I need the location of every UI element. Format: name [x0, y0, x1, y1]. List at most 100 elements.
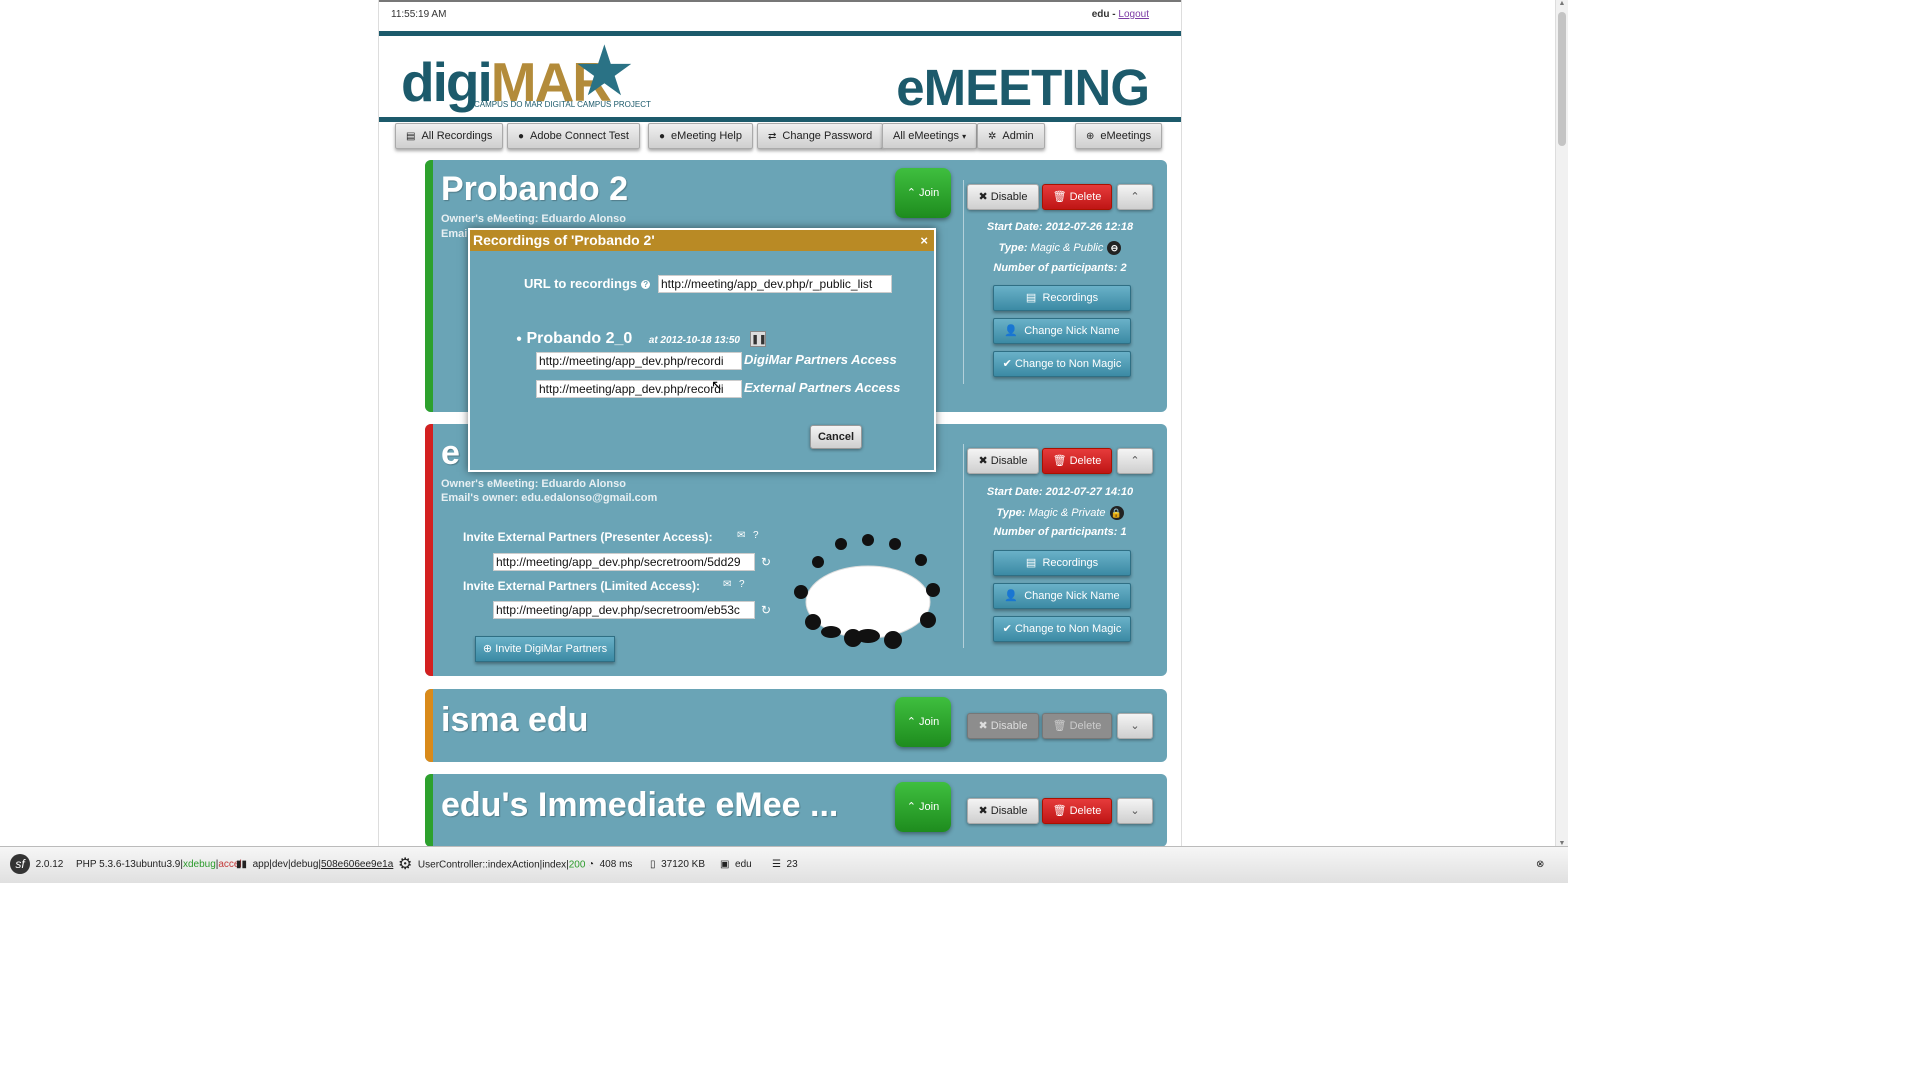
recording-name: Probando 2_0	[526, 330, 633, 347]
cancel-button[interactable]: Cancel	[810, 425, 862, 449]
delete-button[interactable]: 🗑 Delete	[1042, 798, 1112, 824]
meeting-title: Probando 2	[441, 170, 629, 208]
close-icon[interactable]: ×	[920, 230, 928, 251]
user-icon: 👤	[1004, 590, 1019, 602]
meeting-title: edu's Immediate eMee ...	[441, 786, 839, 824]
email-text: Emai	[441, 228, 468, 240]
nav-adobe-test[interactable]: ● Adobe Connect Test	[507, 123, 640, 149]
star-icon: ★	[573, 32, 636, 110]
expand-button[interactable]: ⌄	[1117, 713, 1153, 739]
mail-icon[interactable]: ✉	[723, 579, 731, 590]
recordings-dialog: Recordings of 'Probando 2' × URL to reco…	[468, 228, 936, 472]
nav-admin[interactable]: ✲ Admin	[977, 123, 1045, 149]
swap-icon: ⇄	[768, 131, 777, 142]
header-band	[379, 31, 1181, 36]
meeting-type: Type: Magic & Private 🔒	[996, 506, 1124, 520]
delete-button[interactable]: 🗑 Delete	[1042, 448, 1112, 474]
gear-icon: ✲	[988, 131, 997, 142]
disable-button[interactable]: ✖ Disable	[967, 184, 1039, 210]
owner-text: Owner's eMeeting: Eduardo Alonso	[441, 478, 626, 490]
refresh-icon[interactable]: ↻	[761, 555, 771, 569]
controller-info[interactable]: ⚙ UserController::indexAction|index|200	[398, 847, 585, 883]
limited-url-field[interactable]: http://meeting/app_dev.php/secretroom/eb…	[493, 601, 755, 619]
close-icon: ✖	[978, 455, 988, 467]
close-icon: ✖	[978, 720, 988, 732]
digimar-access-url-field[interactable]: http://meeting/app_dev.php/recordi	[536, 352, 742, 370]
nav-all-emeetings[interactable]: All eMeetings ▾	[882, 123, 978, 149]
invite-presenter-label: Invite External Partners (Presenter Acce…	[463, 530, 713, 544]
help-icon[interactable]: ?	[641, 280, 651, 290]
recordings-button[interactable]: ▤ Recordings	[993, 285, 1131, 311]
change-nick-button[interactable]: 👤 Change Nick Name	[993, 318, 1131, 344]
change-non-magic-button[interactable]: ✔ Change to Non Magic	[993, 616, 1131, 642]
chevron-up-icon: ⌃	[1130, 191, 1140, 203]
change-non-magic-button[interactable]: ✔ Change to Non Magic	[993, 351, 1131, 377]
status-bar	[425, 424, 433, 676]
change-nick-button[interactable]: 👤 Change Nick Name	[993, 583, 1131, 609]
chevron-up-icon: ⌃	[906, 716, 916, 728]
list-icon: ▤	[406, 131, 416, 142]
brand-title: eMEETING	[896, 59, 1150, 116]
disable-button[interactable]: ✖ Disable	[967, 798, 1039, 824]
divider	[963, 444, 964, 648]
gear-icon: ⚙	[398, 856, 413, 873]
id-card-icon: ▣	[720, 859, 730, 870]
participants: Number of participants: 2	[993, 262, 1127, 274]
delete-button[interactable]: 🗑 Delete	[1042, 713, 1112, 739]
disable-button[interactable]: ✖ Disable	[967, 713, 1039, 739]
symfony-version[interactable]: sf 2.0.12	[10, 847, 63, 883]
close-icon: ✖	[978, 805, 988, 817]
chevron-up-icon: ⌃	[1130, 455, 1140, 467]
recordings-button[interactable]: ▤ Recordings	[993, 550, 1131, 576]
user-info[interactable]: ▣ edu	[720, 847, 752, 883]
dialog-title: Recordings of 'Probando 2'	[470, 230, 934, 251]
php-info[interactable]: PHP 5.3.6-13ubuntu3.9|xdebug|accel	[76, 847, 242, 883]
bullet-icon: ●	[516, 333, 523, 345]
refresh-icon[interactable]: ↻	[761, 603, 771, 617]
nav-change-password[interactable]: ⇄ Change Password	[757, 123, 884, 149]
chevron-up-icon: ⌃	[906, 187, 916, 199]
nav-emeetings[interactable]: ⊕ eMeetings	[1075, 123, 1163, 149]
queries-info[interactable]: ☰ 23	[772, 847, 798, 883]
collapse-button[interactable]: ⌃	[1117, 184, 1153, 210]
time-info[interactable]: ◔ 408 ms	[588, 847, 632, 883]
help-icon[interactable]: ?	[739, 579, 745, 590]
mail-icon[interactable]: ✉	[737, 530, 745, 541]
plus-icon: ⊕	[1086, 131, 1095, 142]
scroll-up-icon[interactable]: ▲	[1556, 0, 1568, 10]
lock-icon: 🔒	[1109, 506, 1124, 520]
help-icon[interactable]: ?	[753, 530, 759, 541]
divider	[963, 180, 964, 384]
pause-icon[interactable]: ❚❚	[750, 330, 767, 347]
disable-button[interactable]: ✖ Disable	[967, 448, 1039, 474]
page-scrollbar[interactable]: ▲ ▼	[1555, 0, 1568, 850]
main-nav: ▤ All Recordings ● Adobe Connect Test ● eMe…	[379, 123, 1181, 149]
symfony-icon: sf	[10, 854, 30, 875]
status-bar	[425, 774, 433, 847]
list-icon: ▤	[1025, 557, 1037, 569]
start-date: Start Date: 2012-07-26 12:18	[986, 221, 1134, 233]
delete-button[interactable]: 🗑 Delete	[1042, 184, 1112, 210]
user-box: edu - Logout	[1092, 9, 1149, 20]
check-icon: ✔	[1002, 623, 1012, 635]
expand-button[interactable]: ⌄	[1117, 798, 1153, 824]
join-button[interactable]: ⌃ Join	[895, 168, 951, 218]
join-button[interactable]: ⌃ Join	[895, 697, 951, 747]
nav-all-recordings[interactable]: ▤ All Recordings	[395, 123, 504, 149]
memory-info[interactable]: ▯ 37120 KB	[650, 847, 705, 883]
collapse-button[interactable]: ⌃	[1117, 448, 1153, 474]
logout-link[interactable]: Logout	[1118, 9, 1149, 20]
digimar-logo: digiMAR ★ CAMPUS DO MAR DIGITAL CAMPUS P…	[401, 36, 651, 113]
env-info[interactable]: ▮▮ app|dev|debug|508e606ee9e1a	[236, 847, 393, 883]
close-toolbar-icon[interactable]: ⊗	[1536, 847, 1544, 883]
invite-digimar-button[interactable]: ⊕ Invite DigiMar Partners	[475, 636, 615, 662]
clock-icon: ◔	[588, 859, 595, 870]
meeting-card: isma edu ⌃ Join ✖ Disable 🗑 Delete ⌄	[425, 689, 1167, 762]
trash-icon: 🗑	[1052, 720, 1067, 732]
presenter-url-field[interactable]: http://meeting/app_dev.php/secretroom/5d…	[493, 553, 755, 571]
scroll-thumb[interactable]	[1558, 12, 1566, 146]
recordings-url-field[interactable]: http://meeting/app_dev.php/r_public_list	[658, 275, 892, 293]
join-button[interactable]: ⌃ Join	[895, 782, 951, 832]
database-icon: ☰	[772, 859, 781, 870]
nav-help[interactable]: ● eMeeting Help	[648, 123, 753, 149]
